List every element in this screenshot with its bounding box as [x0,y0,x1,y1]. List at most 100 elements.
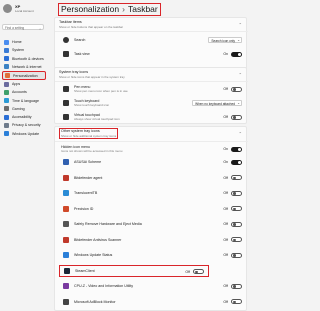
sidebar-item-apps[interactable]: Apps [2,80,46,88]
sidebar-item-home[interactable]: Home [2,38,46,46]
divider [55,141,248,142]
app-icon [63,221,69,227]
clock-icon [4,98,9,104]
app-icon [63,252,69,258]
user-account-type: Local Account [15,8,34,13]
app-toggle[interactable]: Off [223,283,242,289]
sidebar-item-privacy[interactable]: Privacy & security [2,121,46,129]
app-label: Safely Remove Hardware and Eject Media [74,222,142,226]
system-icon [4,47,9,53]
touch-keyboard-dropdown[interactable]: When no keyboard attached [192,100,242,106]
setting-sublabel: Show touch keyboard icon [74,103,110,107]
sidebar-item-gaming[interactable]: Gaming [2,105,46,113]
avatar [3,4,12,13]
pen-menu-toggle[interactable]: Off [223,86,242,92]
brush-icon [5,73,10,78]
breadcrumb-parent[interactable]: Personalization [61,4,119,14]
chevron-up-icon[interactable]: ⌃ [239,22,242,27]
app-toggle[interactable]: Off [223,252,242,258]
setting-row-search: Search Search icon only [55,35,248,45]
section-subtitle: Show or hide additional system tray icon… [61,134,117,138]
sidebar-item-bluetooth[interactable]: Bluetooth & devices [2,55,46,63]
tray-app-row: Safely Remove Hardware and Eject Media Of… [55,218,248,230]
accounts-icon [4,89,9,95]
app-toggle[interactable]: Off [185,269,204,274]
sidebar-item-network[interactable]: Network & internet [2,63,46,71]
settings-panel: Taskbar items Show or hide buttons that … [54,17,248,311]
taskbar-items-header[interactable]: Taskbar items Show or hide buttons that … [59,20,123,29]
app-label: Bitdefender Antivirus Scanner [74,237,122,242]
virtual-touchpad-toggle[interactable]: Off [223,114,242,120]
setting-sublabel: Always show virtual touchpad icon [74,117,120,121]
user-profile[interactable]: XP Local Account [3,4,34,13]
app-label: Bitdefender agent [74,175,103,180]
setting-sublabel: Icons not shown will be accessed in this… [61,149,123,153]
update-icon [4,131,9,137]
tray-app-row: Bitdefender agent Off [55,172,248,184]
breadcrumb-separator: › [122,4,125,14]
tray-app-row: Precision ID Off [55,203,248,215]
system-tray-header[interactable]: System tray icons Show or hide icons tha… [59,70,125,79]
app-toggle[interactable]: Off [223,221,242,227]
app-label: Precision ID [74,206,94,211]
sidebar-item-time-language[interactable]: Time & language [2,97,46,105]
tray-app-row: CPU-Z - Video and Information Utility Off [55,280,248,292]
tray-app-row: SteamClient Off [59,264,209,277]
app-icon [63,283,69,289]
chevron-up-icon[interactable]: ⌃ [239,72,242,77]
setting-row-hidden-icon-menu: Hidden icon menu Icons not shown will be … [55,143,248,155]
sidebar-item-personalization[interactable]: Personalization [2,71,46,80]
section-subtitle: Show or hide buttons that appear on the … [59,25,124,29]
search-input[interactable]: Find a setting ⌕ [2,24,44,31]
section-subtitle: Show or hide icons that appear in the sy… [59,75,125,79]
sidebar-item-accessibility[interactable]: Accessibility [2,113,46,121]
setting-label: Search [74,38,86,42]
sidebar-item-windows-update[interactable]: Windows Update [2,130,46,138]
system-tray-section: System tray icons Show or hide icons tha… [54,67,248,124]
setting-sublabel: Show pen menu icon when pen is in use [74,89,128,93]
hidden-icon-menu-toggle[interactable]: On [223,146,242,152]
app-toggle[interactable]: On [223,159,242,165]
sidebar-item-accounts[interactable]: Accounts [2,88,46,96]
tray-app-row: TranslucentTB Off [55,187,248,199]
app-label: TranslucentTB [74,191,98,195]
app-icon [63,236,69,243]
tray-app-row: Windows Update Status Off [55,249,248,261]
setting-row-task-view: Task view On [55,49,248,59]
app-icon [63,190,69,196]
app-label: Microsoft AdBlock Monitor [74,299,116,304]
tray-app-row: ASUSAi Scheme On [55,156,248,168]
app-icon [64,267,70,274]
search-icon [63,37,69,43]
accessibility-icon [4,114,9,120]
app-toggle[interactable]: Off [223,190,242,196]
app-label: CPU-Z - Video and Information Utility [74,284,134,288]
apps-icon [4,81,9,87]
app-label: SteamClient [75,268,95,273]
sidebar: XP Local Account Find a setting ⌕ Home S… [0,0,48,311]
other-tray-header[interactable]: Other system tray icons Show or hide add… [59,128,119,139]
section-title: Taskbar items [59,20,82,24]
section-title: System tray icons [59,70,89,74]
page-header: Personalization › Taskbar [50,0,248,17]
sidebar-item-system[interactable]: System [2,46,46,54]
search-mode-dropdown[interactable]: Search icon only [208,37,242,43]
task-view-toggle[interactable]: On [223,51,242,57]
app-toggle[interactable]: Off [223,237,242,242]
app-toggle[interactable]: Off [223,175,242,180]
app-icon [63,298,69,305]
app-label: ASUSAi Scheme [74,160,102,164]
chevron-up-icon[interactable]: ⌃ [239,131,242,136]
task-view-icon [63,51,69,57]
app-icon [63,159,69,165]
search-icon: ⌕ [39,27,41,31]
gaming-icon [4,106,9,112]
divider [55,81,248,82]
pen-icon [63,86,69,92]
tray-app-row: Bitdefender Antivirus Scanner Off [55,234,248,246]
app-toggle[interactable]: Off [223,299,242,304]
search-placeholder: Find a setting [5,26,25,30]
taskbar-items-section: Taskbar items Show or hide buttons that … [54,17,248,73]
app-toggle[interactable]: Off [223,206,242,211]
setting-label: Task view [74,52,90,56]
